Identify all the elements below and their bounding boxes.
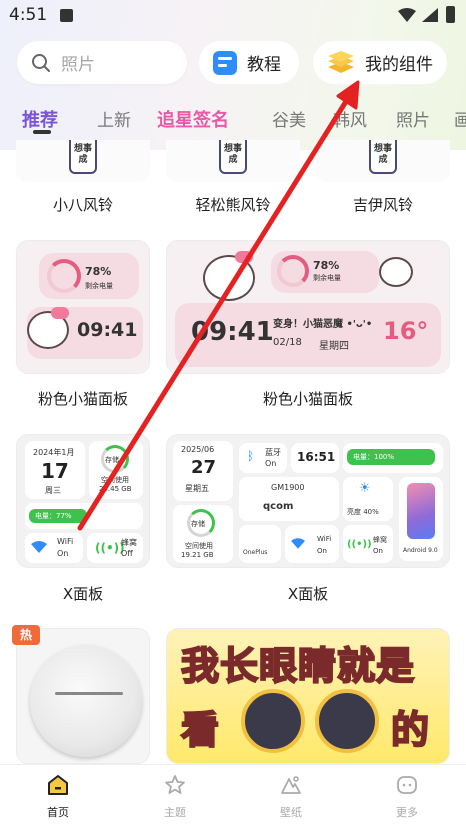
guide-arrow: [77, 80, 360, 531]
